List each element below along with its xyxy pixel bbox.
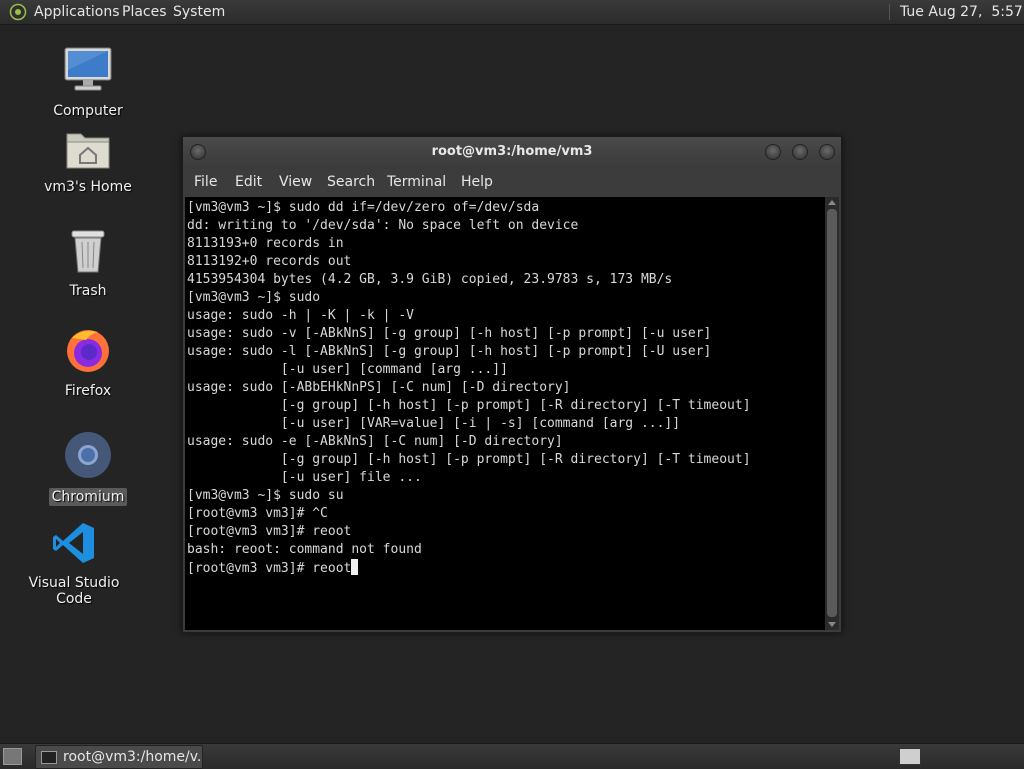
terminal-line: usage: sudo -h | -K | -k | -V (187, 308, 414, 323)
vscode-icon (53, 523, 94, 563)
terminal-prompt-line[interactable]: [root@vm3 vm3]# reoot (187, 561, 351, 576)
desktop-icon-computer[interactable]: Computer (23, 46, 153, 120)
home-folder-icon (66, 133, 110, 169)
terminal-line: [-g group] [-h host] [-p prompt] [-R dir… (187, 398, 751, 413)
terminal-line: 8113192+0 records out (187, 254, 352, 269)
terminal-line: usage: sudo -e [-ABkNnS] [-C num] [-D di… (187, 434, 563, 449)
trash-icon (71, 230, 105, 273)
desktop-icon-label: Chromium (48, 488, 128, 506)
terminal-menubar: File Edit View Search Terminal Help (183, 169, 841, 197)
terminal-line: usage: sudo -v [-ABkNnS] [-g group] [-h … (187, 326, 712, 341)
terminal-line: [-u user] [VAR=value] [-i | -s] [command… (187, 416, 681, 431)
menu-edit[interactable]: Edit (235, 174, 262, 190)
minimize-button[interactable] (765, 144, 781, 160)
distro-logo-icon[interactable] (9, 3, 27, 21)
clock[interactable]: Tue Aug 27, 5:57 PM (900, 0, 1024, 24)
desktop-icon-label: Visual Studio Code (28, 575, 120, 607)
terminal-line: 4153954304 bytes (4.2 GB, 3.9 GiB) copie… (187, 272, 673, 287)
terminal-scrollbar[interactable] (825, 197, 839, 630)
chromium-icon (65, 432, 111, 478)
menu-search[interactable]: Search (327, 174, 375, 190)
menu-terminal[interactable]: Terminal (387, 174, 446, 190)
scroll-up-arrow-icon[interactable] (828, 200, 836, 205)
terminal-line: [root@vm3 vm3]# ^C (187, 506, 328, 521)
close-button[interactable] (819, 144, 835, 160)
desktop-icon-label: Firefox (64, 383, 112, 399)
terminal-output[interactable]: [vm3@vm3 ~]$ sudo dd if=/dev/zero of=/de… (185, 197, 825, 630)
desktop-icon-label: vm3's Home (44, 179, 132, 195)
top-panel: Applications Places System Tue Aug 27, 5… (0, 0, 1024, 25)
show-desktop-icon[interactable] (3, 748, 22, 765)
desktop-icon-home[interactable]: vm3's Home (23, 128, 153, 196)
terminal-line: [-u user] file ... (187, 470, 422, 485)
system-menu[interactable]: System (173, 0, 225, 24)
terminal-line: [vm3@vm3 ~]$ sudo dd if=/dev/zero of=/de… (187, 200, 540, 215)
desktop-icon-vscode[interactable]: Visual Studio Code (9, 520, 139, 608)
maximize-button[interactable] (792, 144, 808, 160)
terminal-line: [root@vm3 vm3]# reoot (187, 524, 352, 539)
taskbar-item-terminal[interactable]: root@vm3:/home/v... (35, 745, 203, 769)
scroll-down-arrow-icon[interactable] (828, 622, 836, 627)
bottom-panel: root@vm3:/home/v... (0, 743, 1024, 769)
text-cursor (351, 559, 359, 575)
terminal-line: 8113193+0 records in (187, 236, 344, 251)
desktop-icon-chromium[interactable]: Chromium (23, 430, 153, 506)
terminal-line: usage: sudo [-ABbEHkNnPS] [-C num] [-D d… (187, 380, 571, 395)
terminal-icon (41, 751, 57, 764)
menu-help[interactable]: Help (461, 174, 493, 190)
desktop-icon-firefox[interactable]: Firefox (23, 326, 153, 400)
terminal-line: usage: sudo -l [-ABkNnS] [-g group] [-h … (187, 344, 712, 359)
terminal-line: [-g group] [-h host] [-p prompt] [-R dir… (187, 452, 751, 467)
terminal-line: dd: writing to '/dev/sda': No space left… (187, 218, 579, 233)
desktop-icon-label: Computer (53, 103, 123, 119)
places-menu[interactable]: Places (122, 0, 167, 24)
terminal-window: root@vm3:/home/vm3 File Edit View Search… (182, 136, 842, 633)
window-titlebar[interactable]: root@vm3:/home/vm3 (183, 137, 841, 169)
panel-separator (889, 4, 890, 20)
firefox-icon (67, 330, 109, 372)
computer-icon (64, 47, 112, 91)
desktop-icon-trash[interactable]: Trash (23, 228, 153, 300)
menu-file[interactable]: File (194, 174, 217, 190)
terminal-line: [vm3@vm3 ~]$ sudo (187, 290, 321, 305)
terminal-line: bash: reoot: command not found (187, 542, 422, 557)
scrollbar-thumb[interactable] (827, 209, 837, 617)
terminal-line: [vm3@vm3 ~]$ sudo su (187, 488, 344, 503)
desktop-icon-label: Trash (69, 283, 107, 299)
applications-menu[interactable]: Applications (34, 0, 120, 24)
menu-view[interactable]: View (279, 174, 312, 190)
workspace-switcher[interactable] (899, 748, 921, 765)
taskbar-item-label: root@vm3:/home/v... (63, 749, 203, 765)
window-title: root@vm3:/home/vm3 (431, 144, 593, 159)
terminal-line: [-u user] [command [arg ...]] (187, 362, 508, 377)
